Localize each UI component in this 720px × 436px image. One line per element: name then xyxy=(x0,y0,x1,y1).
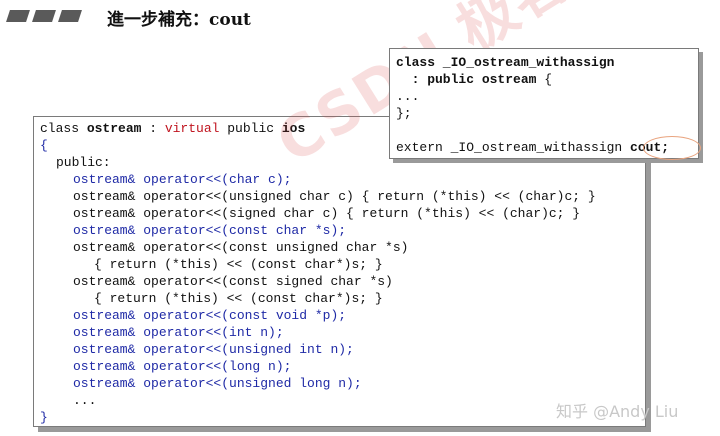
withassign-code-line: extern _IO_ostream_withassign cout; xyxy=(396,139,669,156)
ostream-code-line: { return (*this) << (const char*)s; } xyxy=(40,256,596,273)
zhihu-credit: 知乎 @Andy Liu xyxy=(556,402,679,421)
ostream-code-token: ostream& operator<<(const signed char *s… xyxy=(73,274,393,289)
ostream-code-token: ostream& operator<<(const char *s); xyxy=(73,223,347,238)
withassign-code-token: : public ostream xyxy=(396,72,537,87)
withassign-code-token: extern _IO_ostream_withassign xyxy=(396,140,631,155)
ostream-code-token: ostream& operator<<(const unsigned char … xyxy=(73,240,409,255)
ostream-code-token: ostream& operator<<(unsigned char c) { r… xyxy=(73,189,596,204)
ostream-code-token: ostream& operator<<(long n); xyxy=(73,359,292,374)
ostream-code-token: { return (*this) << (const char*)s; } xyxy=(94,291,383,306)
ostream-class-code: class ostream : virtual public ios { publi… xyxy=(40,120,596,426)
ostream-code-token: ostream& operator<<(signed char c) { ret… xyxy=(73,206,581,221)
ostream-code-token: : xyxy=(141,121,165,136)
withassign-class-code: class _IO_ostream_withassign : public os… xyxy=(396,54,669,156)
ostream-code-token: class xyxy=(40,121,87,136)
ostream-code-token: ... xyxy=(73,393,97,408)
withassign-code-line: }; xyxy=(396,105,669,122)
withassign-code-token: { xyxy=(536,72,553,87)
ostream-code-line: ostream& operator<<(long n); xyxy=(40,358,596,375)
ostream-code-token: public xyxy=(219,121,282,136)
ostream-code-token: ostream& operator<<(unsigned int n); xyxy=(73,342,354,357)
withassign-code-line: class _IO_ostream_withassign xyxy=(396,54,669,71)
ostream-code-line: ostream& operator<<(signed char c) { ret… xyxy=(40,205,596,222)
ostream-code-line: { return (*this) << (const char*)s; } xyxy=(40,290,596,307)
ostream-code-token: { xyxy=(40,138,48,153)
cout-highlight-circle xyxy=(643,136,701,160)
ostream-code-token: public: xyxy=(56,155,111,170)
ostream-code-token: virtual xyxy=(164,121,220,136)
withassign-code-token: }; xyxy=(396,106,412,121)
withassign-code-line: : public ostream { xyxy=(396,71,669,88)
ostream-code-line: ostream& operator<<(unsigned long n); xyxy=(40,375,596,392)
withassign-code-token: ... xyxy=(396,89,420,104)
ostream-code-line: ... xyxy=(40,392,596,409)
ostream-code-token: ios xyxy=(281,121,306,136)
ostream-code-token: } xyxy=(40,410,48,425)
ostream-code-token: ostream& operator<<(int n); xyxy=(73,325,284,340)
ostream-code-line: ostream& operator<<(int n); xyxy=(40,324,596,341)
withassign-code-line: ... xyxy=(396,88,669,105)
ostream-code-line: ostream& operator<<(const char *s); xyxy=(40,222,596,239)
ostream-code-line: ostream& operator<<(unsigned char c) { r… xyxy=(40,188,596,205)
ostream-code-line: ostream& operator<<(const signed char *s… xyxy=(40,273,596,290)
ostream-code-token: ostream& operator<<(const void *p); xyxy=(73,308,347,323)
ostream-code-line: ostream& operator<<(const unsigned char … xyxy=(40,239,596,256)
ostream-code-token: { return (*this) << (const char*)s; } xyxy=(94,257,383,272)
ostream-code-token: ostream& operator<<(char c); xyxy=(73,172,292,187)
withassign-code-token: class _IO_ostream_withassign xyxy=(396,55,615,70)
ostream-code-token: ostream& operator<<(unsigned long n); xyxy=(73,376,362,391)
ostream-code-line: } xyxy=(40,409,596,426)
withassign-code-line xyxy=(396,122,669,139)
ostream-code-line: ostream& operator<<(unsigned int n); xyxy=(40,341,596,358)
slide-heading: 進一步補充：cout xyxy=(107,10,251,30)
ostream-code-line: ostream& operator<<(char c); xyxy=(40,171,596,188)
ostream-code-line: ostream& operator<<(const void *p); xyxy=(40,307,596,324)
ostream-code-token: ostream xyxy=(86,121,142,136)
